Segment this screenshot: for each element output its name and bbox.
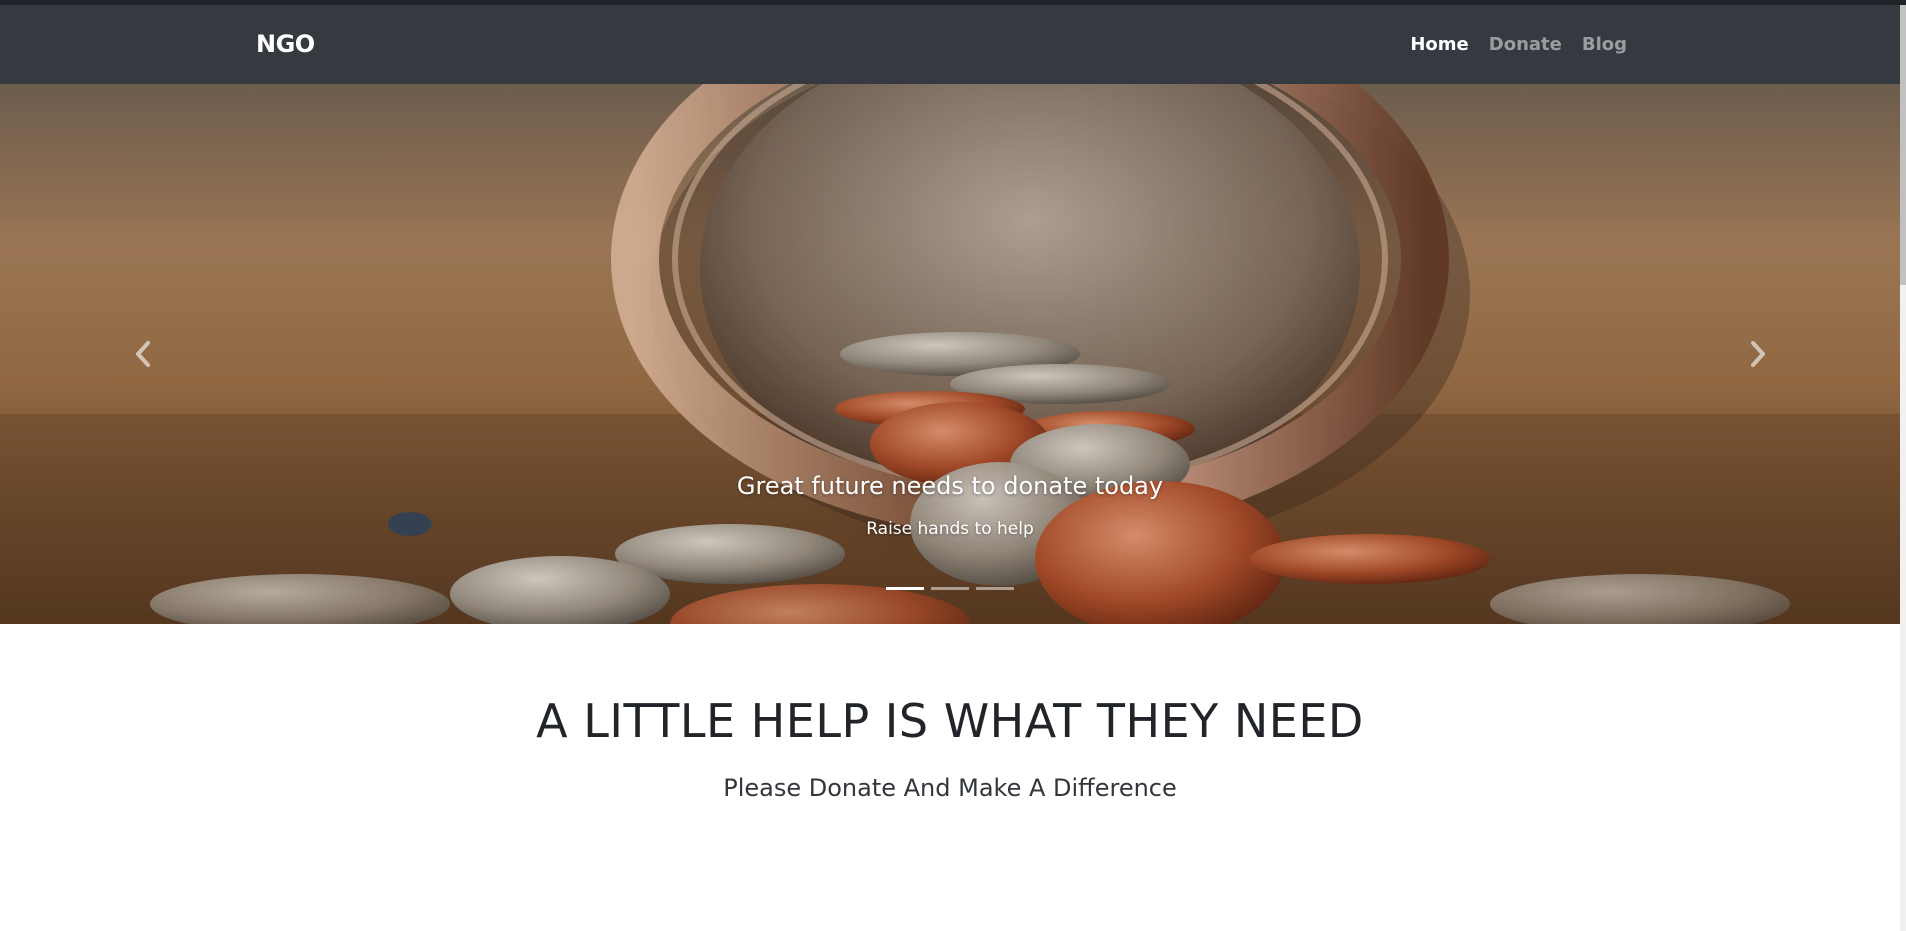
chevron-right-icon: [1750, 341, 1765, 367]
nav-links: Home Donate Blog: [1410, 34, 1627, 55]
carousel-caption: Great future needs to donate today Raise…: [0, 472, 1900, 539]
nav-link-donate[interactable]: Donate: [1489, 34, 1562, 55]
page-scrollbar[interactable]: [1900, 5, 1906, 931]
brand-logo[interactable]: NGO: [256, 30, 315, 58]
carousel-caption-title: Great future needs to donate today: [736, 472, 1164, 500]
page: NGO Home Donate Blog Great future needs …: [0, 0, 1906, 931]
carousel-indicators: [0, 587, 1900, 590]
section-subheading: Please Donate And Make A Difference: [723, 774, 1177, 802]
scrollbar-thumb[interactable]: [1900, 5, 1906, 285]
carousel-indicator-1[interactable]: [886, 587, 924, 590]
nav-link-blog[interactable]: Blog: [1582, 34, 1627, 55]
intro-section: A LITTLE HELP IS WHAT THEY NEED Please D…: [0, 624, 1900, 802]
chevron-left-icon: [135, 341, 150, 367]
carousel-indicator-2[interactable]: [931, 587, 969, 590]
carousel-next-button[interactable]: [1615, 84, 1900, 624]
carousel-prev-button[interactable]: [0, 84, 285, 624]
carousel-indicator-3[interactable]: [976, 587, 1014, 590]
carousel-caption-text: Raise hands to help: [866, 519, 1034, 539]
navbar: NGO Home Donate Blog: [0, 5, 1900, 84]
nav-link-home[interactable]: Home: [1410, 34, 1468, 55]
section-heading: A LITTLE HELP IS WHAT THEY NEED: [536, 694, 1364, 748]
hero-carousel: Great future needs to donate today Raise…: [0, 84, 1900, 624]
